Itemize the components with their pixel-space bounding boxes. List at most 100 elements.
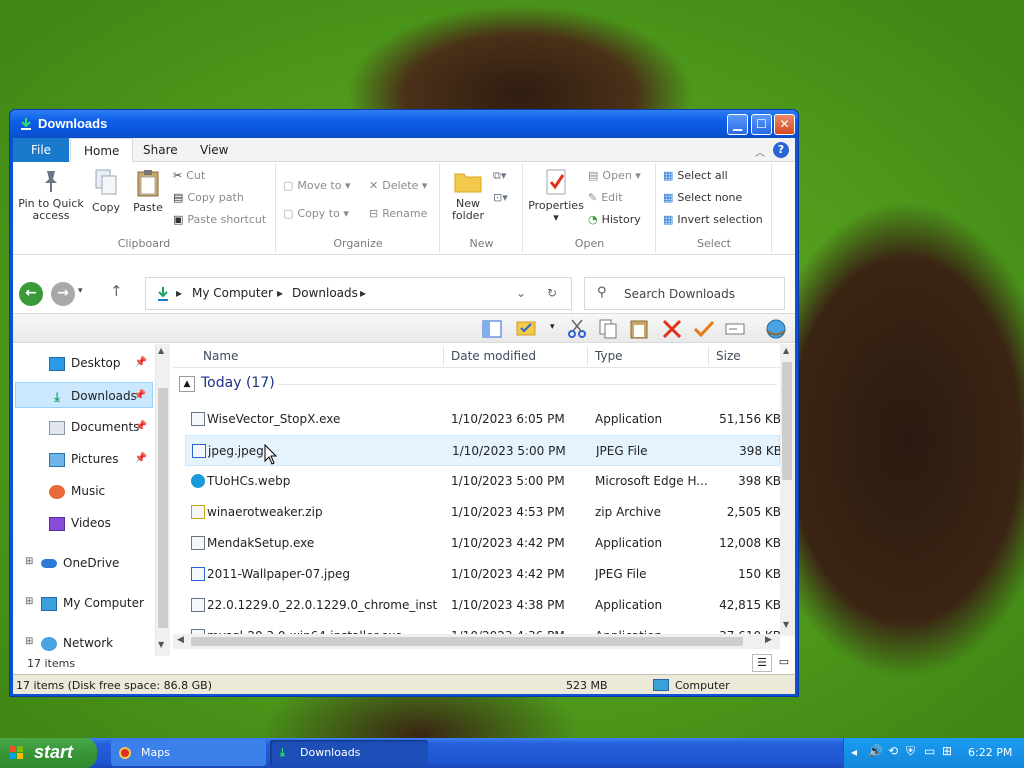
help-icon[interactable]: ? <box>773 142 789 158</box>
tray-arrow-icon[interactable]: ◂ <box>851 745 857 759</box>
nav-item-pictures[interactable]: Pictures 📌 <box>49 446 153 472</box>
nav-item-desktop[interactable]: Desktop 📌 <box>49 350 153 376</box>
cut-scissors-icon[interactable] <box>566 318 588 340</box>
network-sync-icon[interactable]: ⟲ <box>888 744 898 758</box>
delete-button[interactable]: ✕ Delete ▾ <box>369 176 427 196</box>
large-icons-view-icon[interactable]: ▭ <box>774 654 794 672</box>
task-maps[interactable]: Maps <box>111 740 266 766</box>
column-type[interactable]: Type <box>595 349 623 363</box>
forward-arrow-icon[interactable]: → <box>51 282 75 306</box>
file-row[interactable]: WiseVector_StopX.exe 1/10/2023 6:05 PM App… <box>185 404 781 435</box>
file-row[interactable]: TUoHCs.webp 1/10/2023 5:00 PM Microsoft Ed… <box>185 466 781 497</box>
new-item-button[interactable]: ⧉▾ <box>493 166 510 186</box>
recent-locations-chevron-icon[interactable]: ▾ <box>78 286 83 296</box>
scroll-down-arrow-icon[interactable]: ▼ <box>783 620 789 629</box>
expand-my-computer-icon[interactable]: ⊞ <box>25 596 33 607</box>
file-row[interactable]: winaerotweaker.zip 1/10/2023 4:53 PM zip A… <box>185 497 781 528</box>
scroll-up-arrow-icon[interactable]: ▲ <box>158 346 164 355</box>
nav-item-network[interactable]: Network <box>41 630 153 656</box>
scroll-left-arrow-icon[interactable]: ◀ <box>177 635 184 645</box>
clock[interactable]: 6:22 PM <box>968 746 1012 759</box>
horizontal-scroll-thumb[interactable] <box>191 637 743 646</box>
maximize-button[interactable]: ☐ <box>751 114 772 135</box>
language-icon[interactable]: ⊞ <box>942 744 952 758</box>
details-view-icon[interactable]: ☰ <box>752 654 772 672</box>
file-list-horizontal-scrollbar[interactable]: ◀ ▶ <box>173 634 780 649</box>
file-date: 1/10/2023 4:42 PM <box>451 567 565 581</box>
breadcrumb-downloads[interactable]: Downloads <box>292 286 358 300</box>
network-connection-icon[interactable]: ▭ <box>924 744 935 758</box>
minimize-button[interactable]: ▁ <box>727 114 748 135</box>
up-arrow-icon[interactable]: ↑ <box>110 282 123 300</box>
address-dropdown-icon[interactable]: ⌄ <box>516 286 526 300</box>
close-button[interactable]: ✕ <box>774 114 795 135</box>
scissors-icon: ✂ <box>173 169 183 182</box>
nav-item-my-computer[interactable]: My Computer <box>41 590 153 616</box>
file-row[interactable]: 22.0.1229.0_22.0.1229.0_chrome_installer… <box>185 590 781 621</box>
toolbar-copy-icon[interactable] <box>597 318 619 340</box>
nav-item-downloads[interactable]: ⤓ Downloads 📌 <box>15 382 153 408</box>
column-date-modified[interactable]: Date modified <box>451 349 536 363</box>
tab-view[interactable]: View <box>187 138 241 162</box>
select-none-button[interactable]: ▦ Select none <box>663 188 742 208</box>
copy-button[interactable]: Copy <box>89 168 123 214</box>
scroll-down-arrow-icon[interactable]: ▼ <box>158 640 164 649</box>
view-options-chevron-icon[interactable]: ▾ <box>550 322 555 332</box>
edit-button[interactable]: ✎ Edit <box>588 188 623 208</box>
toolbar-network-globe-icon[interactable] <box>765 318 787 340</box>
title-bar[interactable]: Downloads ▁ ☐ ✕ <box>10 110 798 138</box>
file-list-vertical-scrollbar[interactable]: ▲ ▼ <box>780 344 795 636</box>
toolbar-check-icon[interactable] <box>693 318 715 340</box>
select-all-button[interactable]: ▦ Select all <box>663 166 728 186</box>
pin-quick-access-button[interactable]: Pin to Quick access <box>17 168 85 222</box>
toolbar-rename-icon[interactable] <box>724 318 746 340</box>
rename-button[interactable]: ⊟ Rename <box>369 204 427 224</box>
expand-network-icon[interactable]: ⊞ <box>25 636 33 647</box>
tab-share[interactable]: Share <box>130 138 191 162</box>
breadcrumb-my-computer[interactable]: My Computer <box>192 286 273 300</box>
preview-pane-icon[interactable] <box>481 318 503 340</box>
history-button[interactable]: ◔ History <box>588 210 641 230</box>
cut-button[interactable]: ✂ Cut <box>173 166 205 186</box>
view-options-icon[interactable] <box>515 318 537 340</box>
search-box[interactable]: ⚲ Search Downloads <box>584 277 785 310</box>
scroll-right-arrow-icon[interactable]: ▶ <box>765 635 772 645</box>
column-size[interactable]: Size <box>716 349 741 363</box>
refresh-icon[interactable]: ↻ <box>547 286 557 300</box>
nav-item-onedrive[interactable]: OneDrive <box>41 550 153 576</box>
collapse-group-icon[interactable]: ▲ <box>179 376 195 392</box>
open-button[interactable]: ▤ Open ▾ <box>588 166 641 186</box>
file-row[interactable]: MendakSetup.exe 1/10/2023 4:42 PM Applicat… <box>185 528 781 559</box>
copy-path-button[interactable]: ▤ Copy path <box>173 188 244 208</box>
nav-pane-scrollbar[interactable]: ▲ ▼ <box>155 344 170 656</box>
copy-to-button[interactable]: ▢ Copy to ▾ <box>283 204 349 224</box>
expand-onedrive-icon[interactable]: ⊞ <box>25 556 33 567</box>
volume-icon[interactable]: 🔊 <box>868 744 883 758</box>
invert-selection-button[interactable]: ▦ Invert selection <box>663 210 763 230</box>
nav-item-music[interactable]: Music <box>49 478 153 504</box>
start-button[interactable]: start <box>0 738 97 768</box>
move-to-button[interactable]: ▢ Move to ▾ <box>283 176 350 196</box>
address-bar[interactable]: ▸ My Computer ▸ Downloads ▸ ⌄ ↻ <box>145 277 572 310</box>
properties-button[interactable]: Properties ▾ <box>528 168 584 224</box>
tab-home[interactable]: Home <box>70 138 134 163</box>
paste-shortcut-button[interactable]: ▣ Paste shortcut <box>173 210 266 230</box>
toolbar-delete-icon[interactable] <box>661 318 683 340</box>
nav-item-videos[interactable]: Videos <box>49 510 153 536</box>
toolbar-paste-icon[interactable] <box>628 318 650 340</box>
scroll-up-arrow-icon[interactable]: ▲ <box>783 346 789 355</box>
security-shield-icon[interactable]: ⛨ <box>906 744 915 759</box>
back-arrow-icon[interactable]: ← <box>19 282 43 306</box>
task-downloads[interactable]: ⤓ Downloads <box>270 740 428 766</box>
new-folder-button[interactable]: New folder <box>445 168 491 222</box>
nav-scroll-thumb[interactable] <box>158 388 168 628</box>
file-row[interactable]: 2011-Wallpaper-07.jpeg 1/10/2023 4:42 PM J… <box>185 559 781 590</box>
file-type: JPEG File <box>596 444 648 458</box>
paste-button[interactable]: Paste <box>131 168 165 214</box>
ribbon-collapse-icon[interactable]: ︿ <box>755 144 765 159</box>
nav-item-documents[interactable]: Documents 📌 <box>49 414 153 440</box>
file-list-scroll-thumb[interactable] <box>782 362 792 480</box>
tab-file[interactable]: File <box>13 138 69 162</box>
easy-access-button[interactable]: ⊡▾ <box>493 188 512 208</box>
column-name[interactable]: Name <box>203 349 238 363</box>
